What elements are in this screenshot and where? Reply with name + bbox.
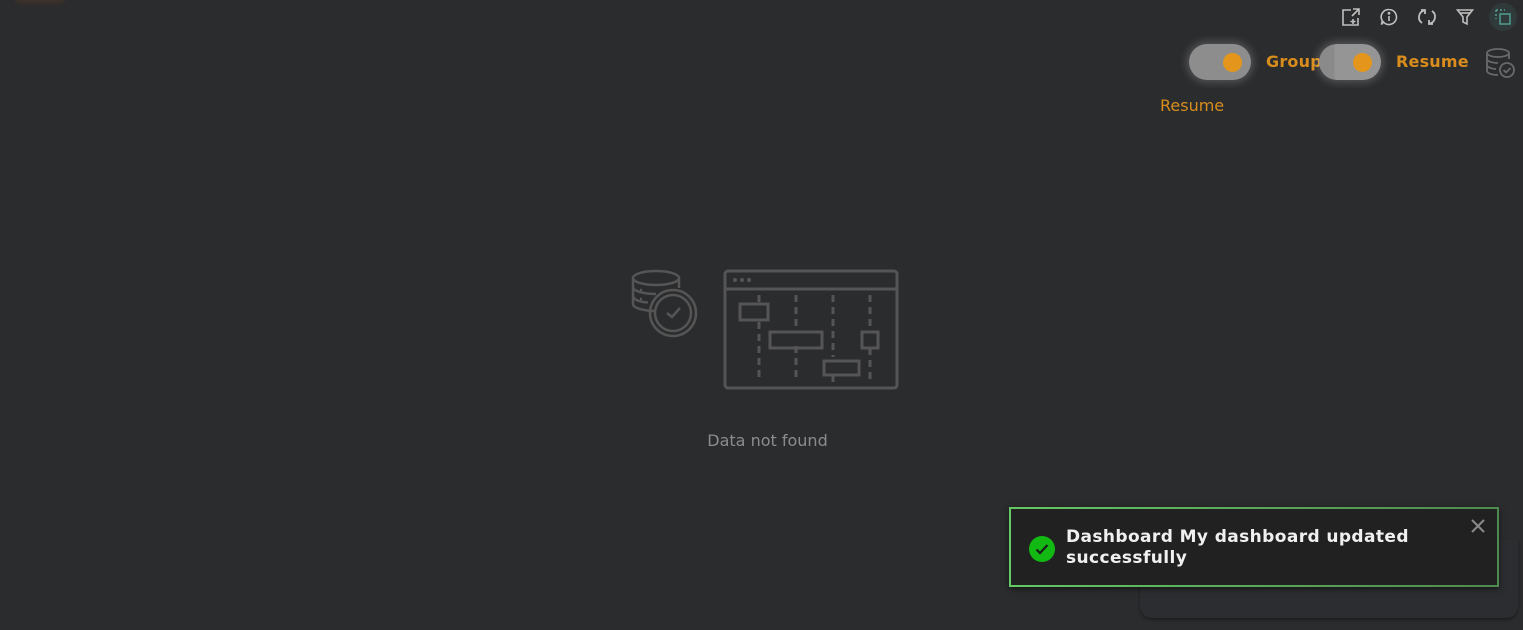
- view-controls: Group Resume: [1183, 42, 1523, 84]
- export-button[interactable]: [1337, 3, 1365, 31]
- database-check-icon[interactable]: [1485, 47, 1515, 79]
- toggle-knob: [1223, 53, 1242, 72]
- refresh-icon: [1418, 9, 1436, 25]
- select-area-icon: [1495, 9, 1511, 25]
- export-icon: [1342, 8, 1360, 26]
- success-toast: Dashboard My dashboard updated successfu…: [1009, 507, 1499, 587]
- resume-label: Resume: [1160, 96, 1225, 115]
- empty-state-message: Data not found: [707, 431, 828, 450]
- close-icon[interactable]: [1469, 517, 1487, 535]
- select-area-button[interactable]: [1489, 3, 1517, 31]
- database-clock-icon: [631, 269, 698, 338]
- empty-state: Data not found: [630, 268, 900, 458]
- toast-message: Dashboard My dashboard updated successfu…: [1066, 527, 1409, 568]
- toolbar: [1337, 3, 1517, 31]
- gantt-chart-icon: [723, 269, 899, 390]
- toggle-knob: [1353, 53, 1372, 72]
- group-toggle[interactable]: [1189, 44, 1251, 80]
- resume-toggle-label: Resume: [1396, 52, 1469, 71]
- info-button[interactable]: [1375, 3, 1403, 31]
- resume-toggle[interactable]: [1319, 44, 1381, 80]
- group-toggle-label: Group: [1266, 52, 1322, 71]
- filter-button[interactable]: [1451, 3, 1479, 31]
- check-circle-icon: [1029, 536, 1055, 562]
- info-icon: [1380, 8, 1398, 26]
- top-accent-glow: [15, 0, 65, 2]
- refresh-button[interactable]: [1413, 3, 1441, 31]
- filter-icon: [1455, 9, 1475, 26]
